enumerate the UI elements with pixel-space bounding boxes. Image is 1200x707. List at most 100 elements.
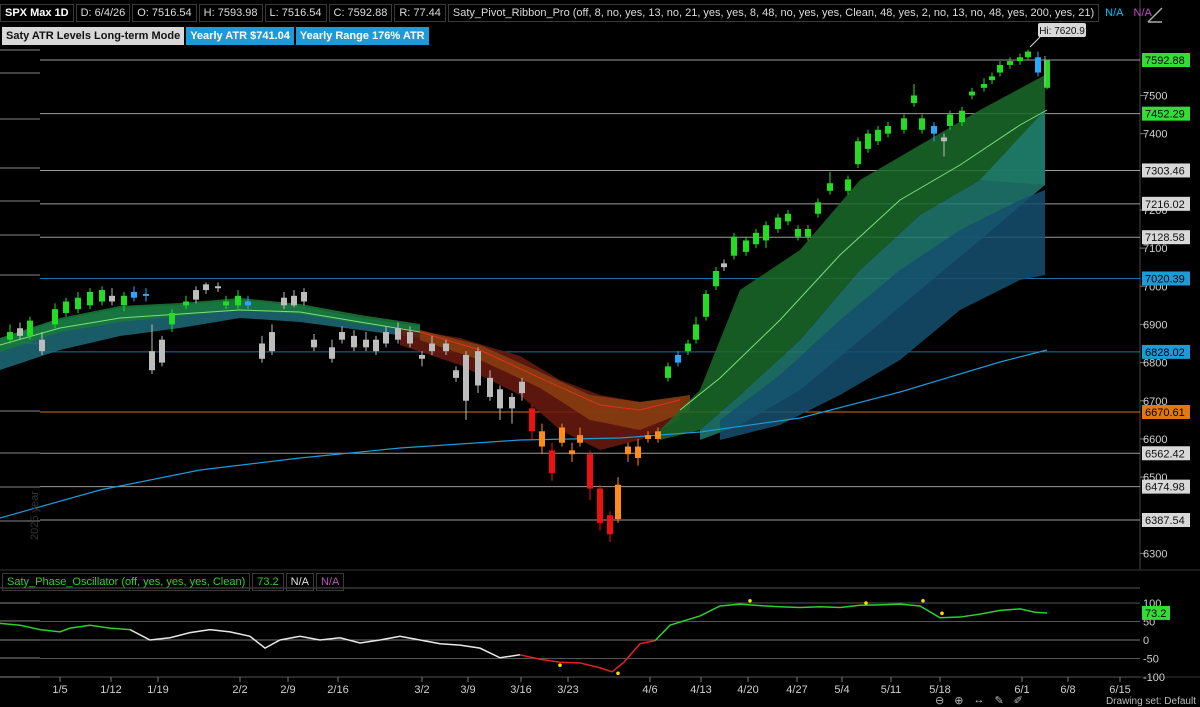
candle-body <box>429 343 435 352</box>
candle-body <box>109 295 115 302</box>
candle-body <box>463 354 469 401</box>
candle-body <box>785 213 791 222</box>
hi-callout-label: Hi: 7620.9 <box>1039 26 1085 37</box>
pan-icon[interactable]: ↔ <box>973 694 984 707</box>
candle-body <box>875 129 881 142</box>
price-tick-label: 6900 <box>1143 319 1167 331</box>
osc-signal-dot <box>616 671 620 676</box>
zoom-in-icon[interactable]: ⊕ <box>954 694 963 707</box>
open-value: O: 7516.54 <box>132 4 197 22</box>
candle-body <box>1017 57 1023 62</box>
candle-body <box>259 343 265 359</box>
candle-body <box>373 339 379 352</box>
candle-body <box>121 295 127 306</box>
candle-body <box>947 114 953 126</box>
price-tick-label: 7400 <box>1143 129 1167 141</box>
candle-body <box>131 291 137 298</box>
level-label: 6387.54 <box>1145 515 1185 527</box>
candle-body <box>269 332 275 352</box>
level-label: 7303.46 <box>1145 165 1185 177</box>
candle-body <box>703 293 709 317</box>
candle-body <box>577 435 583 443</box>
time-tick-label: 3/9 <box>460 684 475 696</box>
osc-green-early <box>0 622 131 633</box>
osc-red-line <box>519 640 656 673</box>
time-tick-label: 4/6 <box>642 684 657 696</box>
osc-signal-dot <box>558 663 562 667</box>
candle-body <box>301 291 307 302</box>
candle-body <box>1007 61 1013 65</box>
candle-body <box>675 354 681 363</box>
price-tick-label: 6300 <box>1143 548 1167 560</box>
study-label[interactable]: Saty_Pivot_Ribbon_Pro (off, 8, no, yes, … <box>447 4 1100 22</box>
candle-body <box>615 484 621 520</box>
hi-callout-pointer <box>1029 36 1041 48</box>
candle-body <box>911 95 917 104</box>
high-value: H: 7593.98 <box>198 4 263 22</box>
candle-body <box>529 408 535 432</box>
time-tick-label: 3/23 <box>557 684 578 696</box>
oscillator-header: Saty_Phase_Oscillator (off, yes, yes, ye… <box>2 573 346 591</box>
candle-body <box>597 488 603 523</box>
crosshair-icon[interactable]: ⊖ <box>935 694 944 707</box>
candle-body <box>497 389 503 409</box>
candle-body <box>215 286 221 289</box>
osc-value-label: 73.2 <box>1145 608 1166 620</box>
atr-badges: Saty ATR Levels Long-term Mode Yearly AT… <box>2 27 431 45</box>
date-value: D: 6/4/26 <box>75 4 131 22</box>
candle-body <box>17 328 23 336</box>
time-tick-label: 2/9 <box>280 684 295 696</box>
osc-tick-label: -100 <box>1143 672 1165 684</box>
candle-body <box>919 118 925 130</box>
range-value: R: 77.44 <box>394 4 446 22</box>
level-label: 6562.42 <box>1145 448 1185 460</box>
drawing-tools: ⊖ ⊕ ↔ ✎ ✐ <box>935 694 1023 707</box>
oscillator-value: 73.2 <box>252 573 284 591</box>
edit-icon[interactable]: ✎ <box>994 694 1003 707</box>
price-chart[interactable]: Hi: 7620.9750074007200710070006900680067… <box>0 0 1200 707</box>
candle-body <box>52 309 58 325</box>
level-label: 7452.29 <box>1145 109 1185 121</box>
level-label: 7128.58 <box>1145 232 1185 244</box>
candle-body <box>419 354 425 359</box>
candle-body <box>607 515 613 535</box>
time-tick-label: 6/8 <box>1060 684 1075 696</box>
candle-body <box>885 125 891 134</box>
candle-body <box>685 343 691 352</box>
candle-body <box>99 290 105 302</box>
candle-body <box>645 435 651 439</box>
yearly-atr-badge: Yearly ATR $741.04 <box>186 27 294 45</box>
drawing-set-label[interactable]: Drawing set: Default <box>1106 696 1196 707</box>
candle-body <box>235 295 241 306</box>
pencil-icon[interactable]: ✐ <box>1014 694 1023 707</box>
time-tick-label: 1/12 <box>100 684 121 696</box>
oscillator-label[interactable]: Saty_Phase_Oscillator (off, yes, yes, ye… <box>2 573 251 591</box>
candle-body <box>487 377 493 397</box>
candle-body <box>855 141 861 165</box>
candle-body <box>549 450 555 474</box>
candle-body <box>997 64 1003 73</box>
candle-body <box>721 263 727 268</box>
osc-white-line <box>129 628 521 659</box>
candle-body <box>509 396 515 409</box>
candle-body <box>941 137 947 142</box>
candle-body <box>655 431 661 439</box>
osc-signal-dot <box>864 601 868 605</box>
candle-body <box>805 229 811 237</box>
candle-body <box>143 293 149 296</box>
study-na-1: N/A <box>1105 7 1124 19</box>
candle-body <box>753 232 759 245</box>
candle-body <box>475 351 481 386</box>
symbol-label[interactable]: SPX Max 1D <box>0 4 74 22</box>
candle-body <box>763 225 769 241</box>
candle-body <box>665 366 671 378</box>
osc-green-rally <box>654 603 1048 642</box>
level-label: 7592.88 <box>1145 55 1185 67</box>
candle-body <box>1035 57 1041 73</box>
candle-body <box>989 76 995 81</box>
candle-body <box>827 183 833 191</box>
candle-body <box>281 297 287 306</box>
osc-tick-label: -50 <box>1143 654 1159 666</box>
candle-body <box>169 312 175 325</box>
candle-body <box>363 339 369 348</box>
